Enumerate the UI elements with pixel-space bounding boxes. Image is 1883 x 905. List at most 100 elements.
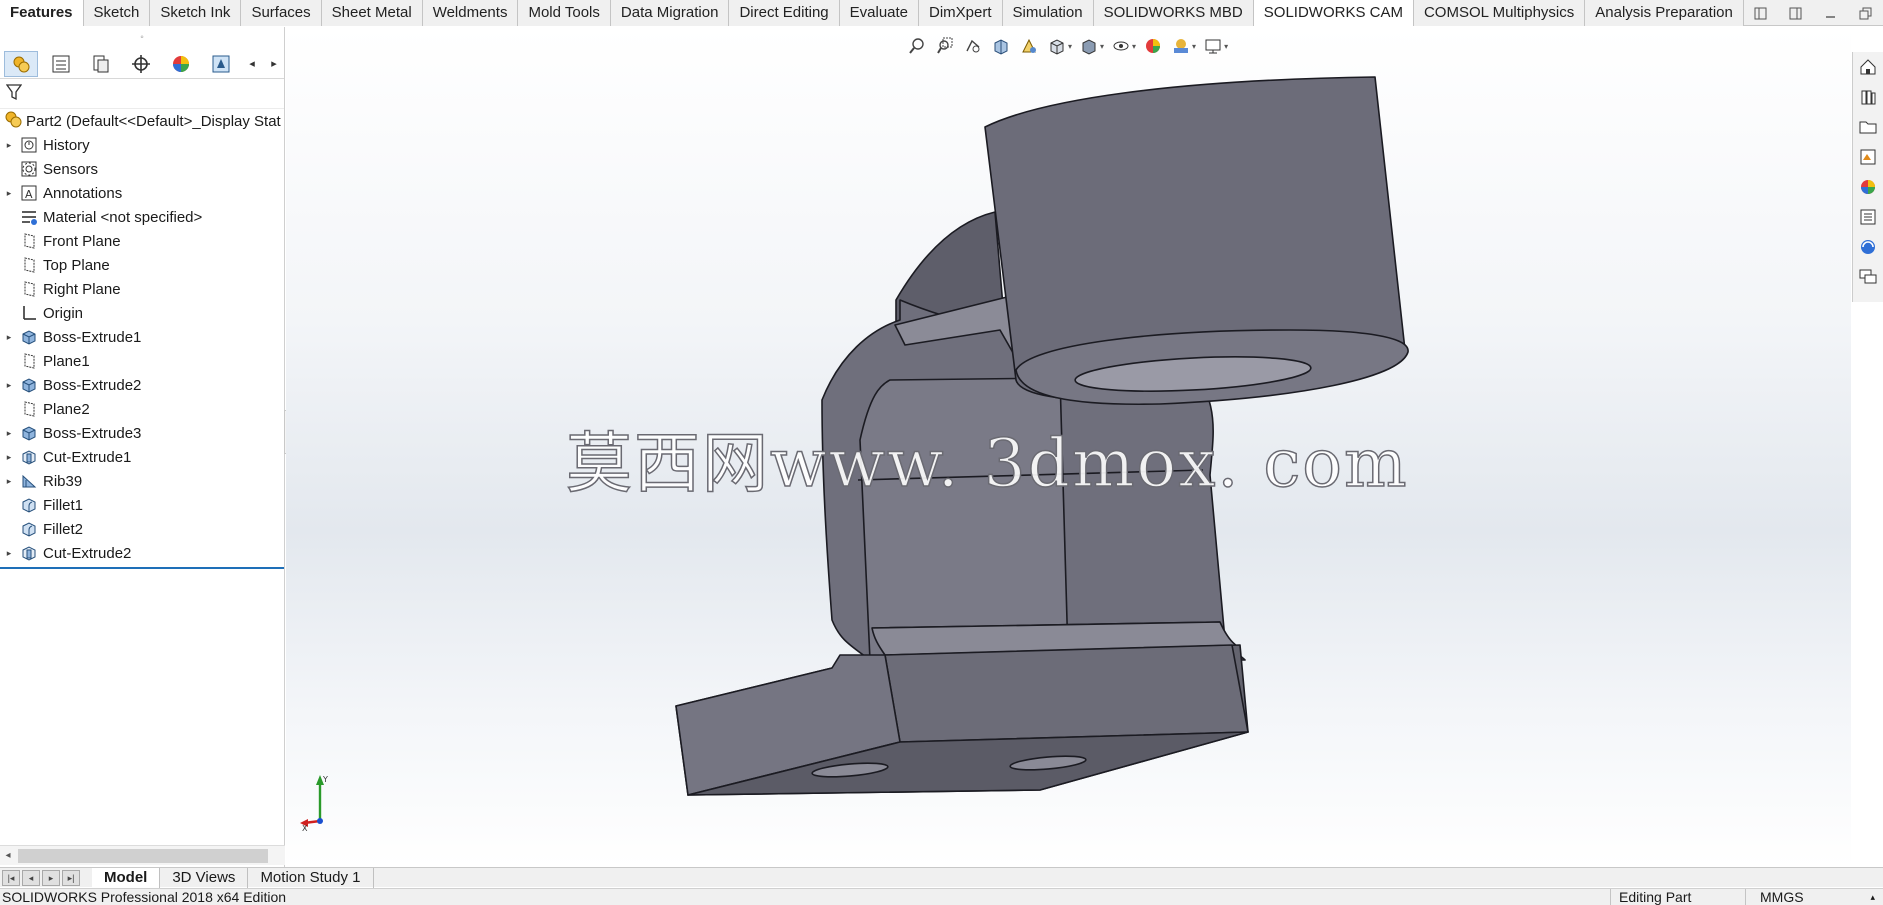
tree-item-rib39[interactable]: ▸ Rib39: [0, 469, 284, 493]
origin-icon: [18, 303, 40, 323]
expand-caret-icon[interactable]: ▸: [0, 452, 18, 463]
tab-solidworks-cam[interactable]: SOLIDWORKS CAM: [1253, 0, 1414, 26]
expand-caret-icon[interactable]: ▸: [0, 188, 18, 199]
tab-simulation[interactable]: Simulation: [1002, 0, 1094, 26]
tree-item-boss-extrude1[interactable]: ▸ Boss-Extrude1: [0, 325, 284, 349]
dimxpert-manager-tab-icon[interactable]: [124, 51, 158, 77]
display-manager-tab-icon[interactable]: [164, 51, 198, 77]
tab-3d-views[interactable]: 3D Views: [160, 867, 249, 888]
expand-caret-icon[interactable]: ▸: [0, 428, 18, 439]
feature-tree: Part2 (Default<<Default>_Display Stat ▸ H…: [0, 109, 284, 569]
tab-sketch-ink[interactable]: Sketch Ink: [150, 0, 242, 26]
tree-item-fillet2[interactable]: Fillet2: [0, 517, 284, 541]
tree-item-plane1[interactable]: Plane1: [0, 349, 284, 373]
expand-caret-icon[interactable]: ▸: [0, 332, 18, 343]
plane-icon: [18, 351, 40, 371]
tile-right-icon[interactable]: [1787, 4, 1805, 22]
boss-extrude-icon: [18, 423, 40, 443]
history-icon: [18, 135, 40, 155]
tree-item-label: Rib39: [43, 472, 83, 490]
tree-item-origin[interactable]: Origin: [0, 301, 284, 325]
expand-caret-icon[interactable]: ▸: [0, 548, 18, 559]
tab-data-migration[interactable]: Data Migration: [610, 0, 730, 26]
tree-item-boss-extrude3[interactable]: ▸ Boss-Extrude3: [0, 421, 284, 445]
task-pane: [1852, 52, 1883, 302]
tab-direct-editing[interactable]: Direct Editing: [729, 0, 840, 26]
tab-model[interactable]: Model: [92, 867, 161, 888]
tab-analysis-preparation[interactable]: Analysis Preparation: [1585, 0, 1744, 26]
tree-item-label: Fillet2: [43, 520, 84, 538]
tree-item-material-not-specified[interactable]: Material <not specified>: [0, 205, 284, 229]
file-explorer-icon[interactable]: [1853, 112, 1883, 142]
tab-evaluate[interactable]: Evaluate: [839, 0, 920, 26]
tab-solidworks-mbd[interactable]: SOLIDWORKS MBD: [1093, 0, 1254, 26]
tab-sketch[interactable]: Sketch: [83, 0, 151, 26]
tree-root-part[interactable]: Part2 (Default<<Default>_Display Stat: [0, 109, 284, 133]
unit-system-dropdown-icon[interactable]: ▴: [1870, 889, 1875, 905]
tree-item-right-plane[interactable]: Right Plane: [0, 277, 284, 301]
tab-comsol-multiphysics[interactable]: COMSOL Multiphysics: [1413, 0, 1586, 26]
tab-navigation: |◂ ◂ ▸ ▸|: [0, 869, 92, 886]
forum-icon[interactable]: [1853, 262, 1883, 292]
tree-item-front-plane[interactable]: Front Plane: [0, 229, 284, 253]
tab-weldments[interactable]: Weldments: [422, 0, 519, 26]
tree-item-annotations[interactable]: ▸ A Annotations: [0, 181, 284, 205]
tab-dimxpert[interactable]: DimXpert: [919, 0, 1003, 26]
appearances-icon[interactable]: [1853, 172, 1883, 202]
scrollbar-thumb[interactable]: [18, 849, 268, 863]
tree-item-label: Right Plane: [43, 280, 121, 298]
restore-icon[interactable]: [1857, 4, 1875, 22]
last-tab-icon[interactable]: ▸|: [62, 869, 80, 886]
tree-item-cut-extrude2[interactable]: ▸ Cut-Extrude2: [0, 541, 284, 565]
minimize-icon[interactable]: [1822, 4, 1840, 22]
tree-item-boss-extrude2[interactable]: ▸ Boss-Extrude2: [0, 373, 284, 397]
command-manager-tabs: Features Sketch Sketch Ink Surfaces Shee…: [0, 0, 1883, 26]
fillet-icon: [18, 495, 40, 515]
tree-item-plane2[interactable]: Plane2: [0, 397, 284, 421]
tree-item-label: Sensors: [43, 160, 99, 178]
cam-manager-tab-icon[interactable]: [204, 51, 238, 77]
design-library-icon[interactable]: [1853, 82, 1883, 112]
tab-sheet-metal[interactable]: Sheet Metal: [321, 0, 423, 26]
tree-item-cut-extrude1[interactable]: ▸ Cut-Extrude1: [0, 445, 284, 469]
filter-row: [0, 79, 284, 109]
property-manager-tab-icon[interactable]: [44, 51, 78, 77]
filter-icon[interactable]: [5, 83, 23, 105]
expand-caret-icon[interactable]: ▸: [0, 140, 18, 151]
horizontal-scrollbar[interactable]: ◂: [0, 845, 285, 865]
next-tab-icon[interactable]: ▸: [42, 869, 60, 886]
tab-features[interactable]: Features: [0, 0, 84, 26]
configuration-manager-tab-icon[interactable]: [84, 51, 118, 77]
custom-properties-icon[interactable]: [1853, 202, 1883, 232]
tab-motion-study-1[interactable]: Motion Study 1: [248, 867, 374, 888]
tile-left-icon[interactable]: [1752, 4, 1770, 22]
tabs-scroll-right-icon[interactable]: ▸: [266, 51, 282, 77]
tree-item-label: Annotations: [43, 184, 123, 202]
tree-item-history[interactable]: ▸ History: [0, 133, 284, 157]
home-icon[interactable]: [1853, 52, 1883, 82]
unit-system-selector[interactable]: MMGS ▴: [1745, 889, 1883, 905]
expand-caret-icon[interactable]: ▸: [0, 476, 18, 487]
cut-extrude-icon: [18, 543, 40, 563]
first-tab-icon[interactable]: |◂: [2, 869, 20, 886]
cut-extrude-icon: [18, 447, 40, 467]
tab-mold-tools[interactable]: Mold Tools: [518, 0, 611, 26]
rollback-bar[interactable]: [0, 567, 284, 569]
tree-item-top-plane[interactable]: Top Plane: [0, 253, 284, 277]
tabs-scroll-left-icon[interactable]: ◂: [244, 51, 260, 77]
expand-caret-icon[interactable]: ▸: [0, 380, 18, 391]
tree-item-fillet1[interactable]: Fillet1: [0, 493, 284, 517]
scroll-left-icon[interactable]: ◂: [0, 850, 16, 861]
watermark-text: 莫西网www. 3dmox. com: [565, 424, 1409, 503]
solidworks-resources-icon[interactable]: [1853, 232, 1883, 262]
tree-item-label: History: [43, 136, 90, 154]
graphics-area[interactable]: ▾ ▾ ▾ ▾ ▾ 莫西网www. 3dmox. com Y X: [286, 27, 1851, 867]
tree-item-sensors[interactable]: Sensors: [0, 157, 284, 181]
tree-item-label: Boss-Extrude3: [43, 424, 142, 442]
feature-manager-tab-icon[interactable]: [4, 50, 38, 77]
view-palette-icon[interactable]: [1853, 142, 1883, 172]
previous-tab-icon[interactable]: ◂: [22, 869, 40, 886]
pane-grip[interactable]: ◦: [0, 27, 284, 49]
tree-item-label: Cut-Extrude2: [43, 544, 132, 562]
tab-surfaces[interactable]: Surfaces: [241, 0, 322, 26]
